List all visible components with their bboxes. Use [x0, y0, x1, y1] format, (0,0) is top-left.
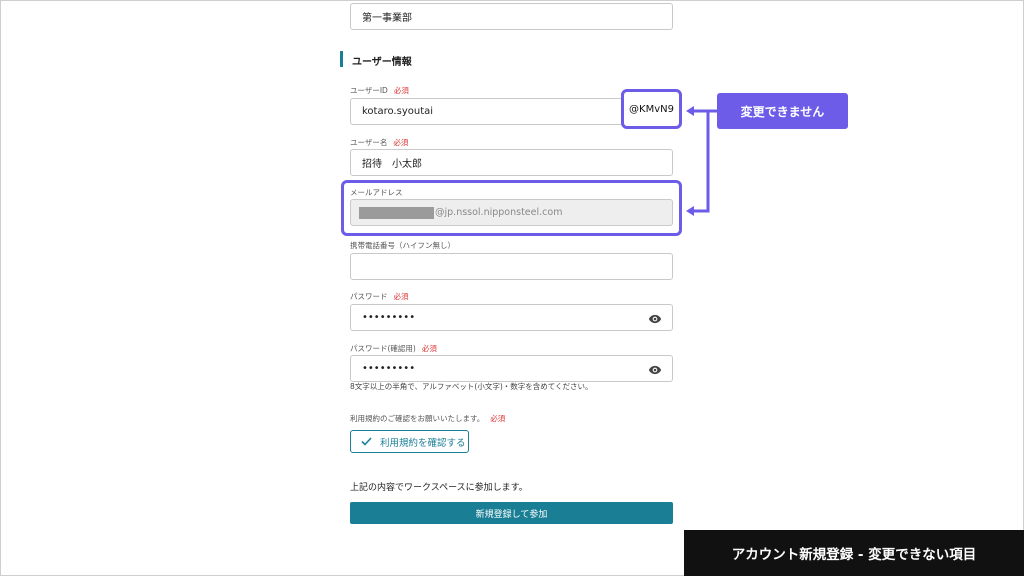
email-input: @jp.nssol.nipponsteel.com: [350, 199, 673, 226]
department-value: 第一事業部: [362, 13, 412, 24]
password-confirm-input[interactable]: •••••••••: [350, 355, 673, 382]
required-badge: 必須: [490, 414, 506, 423]
phone-input[interactable]: [350, 253, 673, 280]
section-title: ユーザー情報: [352, 57, 412, 68]
register-and-join-button[interactable]: 新規登録して参加: [350, 502, 673, 524]
user-id-value: kotaro.syoutai: [362, 106, 434, 117]
email-label: メールアドレス: [350, 188, 403, 197]
required-badge: 必須: [393, 138, 409, 147]
connector-arrows: [686, 106, 717, 216]
section-accent-bar: [340, 51, 343, 67]
callout-not-changeable: 変更できません: [717, 93, 848, 129]
join-confirmation-text: 上記の内容でワークスペースに参加します。: [350, 483, 528, 493]
email-domain: @jp.nssol.nipponsteel.com: [435, 207, 563, 218]
confirm-terms-label: 利用規約を確認する: [380, 437, 466, 449]
terms-label: 利用規約のご確認をお願いいたします。 必須: [350, 414, 506, 423]
user-id-label: ユーザーID 必須: [350, 86, 409, 95]
confirm-terms-button[interactable]: 利用規約を確認する: [350, 430, 469, 453]
password-confirm-label: パスワード(確認用) 必須: [350, 344, 437, 353]
slide-caption: アカウント新規登録 - 変更できない項目: [684, 530, 1024, 576]
password-hint: 8文字以上の半角で、アルファベット(小文字)・数字を含めてください。: [350, 382, 593, 391]
check-icon: [361, 437, 372, 446]
required-badge: 必須: [421, 344, 437, 353]
password-value: •••••••••: [362, 312, 416, 323]
phone-label: 携帯電話番号（ハイフン無し）: [350, 241, 455, 250]
required-badge: 必須: [393, 292, 409, 301]
password-confirm-value: •••••••••: [362, 363, 416, 374]
user-id-suffix-highlight: @KMvN9: [621, 89, 682, 129]
password-label: パスワード 必須: [350, 292, 409, 301]
eye-icon[interactable]: [648, 312, 662, 326]
user-name-input[interactable]: 招待 小太郎: [350, 149, 673, 176]
department-field[interactable]: 第一事業部: [350, 3, 673, 30]
user-name-value: 招待 小太郎: [362, 159, 422, 170]
required-badge: 必須: [393, 86, 409, 95]
password-input[interactable]: •••••••••: [350, 304, 673, 331]
user-id-suffix: @KMvN9: [629, 103, 674, 115]
user-name-label: ユーザー名 必須: [350, 138, 409, 147]
redacted-block: [359, 206, 434, 219]
eye-icon[interactable]: [648, 363, 662, 377]
